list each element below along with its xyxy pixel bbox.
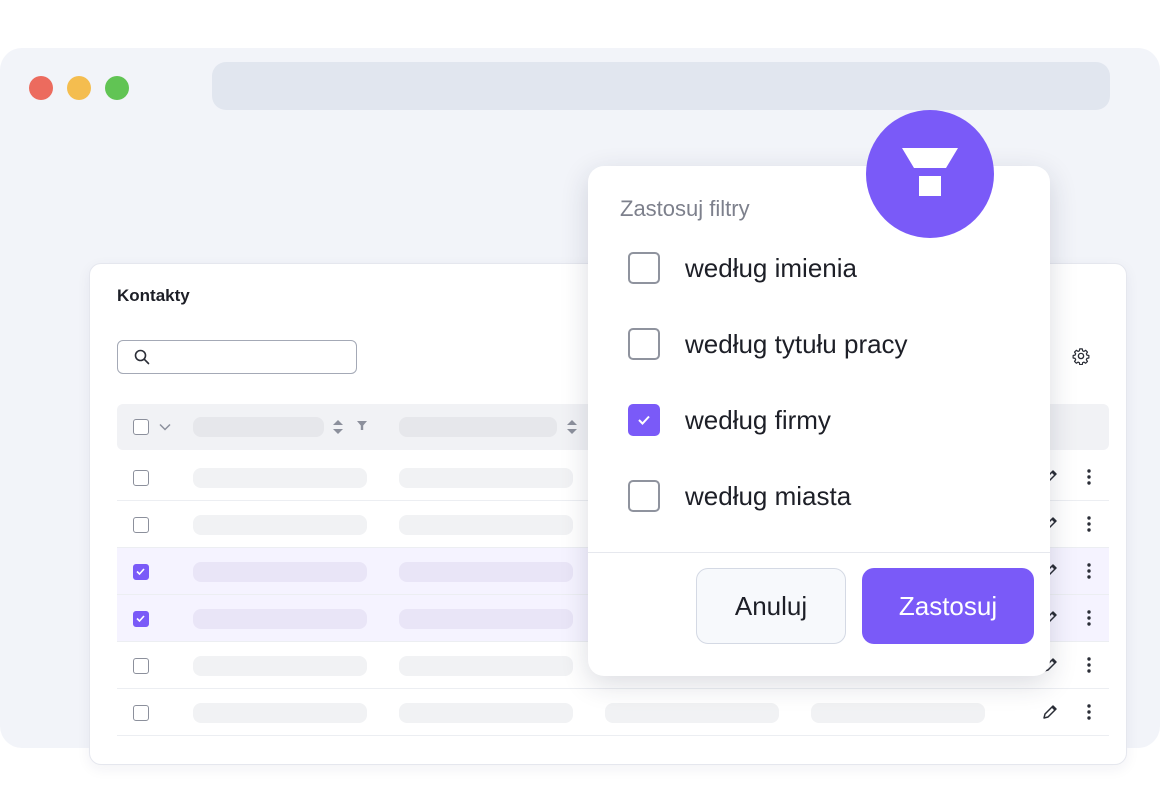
filter-option-label: według tytułu pracy xyxy=(685,329,908,359)
search-icon xyxy=(134,349,150,365)
more-options-icon[interactable] xyxy=(1087,704,1091,720)
row-checkbox[interactable] xyxy=(133,705,149,721)
address-bar[interactable] xyxy=(212,62,1110,110)
more-options-icon[interactable] xyxy=(1087,657,1091,673)
close-window-button[interactable] xyxy=(29,76,53,100)
sort-icon[interactable] xyxy=(567,420,577,434)
funnel-icon xyxy=(902,148,958,196)
filter-badge xyxy=(866,110,994,238)
filter-icon[interactable] xyxy=(357,421,367,431)
cell-placeholder xyxy=(193,703,367,723)
cell-placeholder xyxy=(399,703,573,723)
gear-icon[interactable] xyxy=(1072,347,1090,365)
more-options-icon[interactable] xyxy=(1087,469,1091,485)
select-all-checkbox[interactable] xyxy=(133,419,149,435)
pencil-icon[interactable] xyxy=(1041,703,1059,721)
cancel-button[interactable]: Anuluj xyxy=(696,568,846,644)
cell-placeholder xyxy=(605,703,779,723)
row-checkbox[interactable] xyxy=(133,658,149,674)
search-input[interactable] xyxy=(117,340,357,374)
cell-placeholder xyxy=(399,515,573,535)
row-checkbox[interactable] xyxy=(133,517,149,533)
row-checkbox[interactable] xyxy=(133,470,149,486)
filter-option-label: według firmy xyxy=(685,405,831,435)
more-options-icon[interactable] xyxy=(1087,563,1091,579)
more-options-icon[interactable] xyxy=(1087,516,1091,532)
maximize-window-button[interactable] xyxy=(105,76,129,100)
apply-button[interactable]: Zastosuj xyxy=(862,568,1034,644)
cell-placeholder xyxy=(193,468,367,488)
filter-option-label: według miasta xyxy=(685,481,852,511)
filter-option-label: według imienia xyxy=(685,253,857,283)
cell-placeholder xyxy=(193,656,367,676)
cell-placeholder xyxy=(399,609,573,629)
cell-placeholder xyxy=(811,703,985,723)
cell-placeholder xyxy=(399,562,573,582)
cell-placeholder xyxy=(399,468,573,488)
sort-icon[interactable] xyxy=(333,420,343,434)
filter-popup-title: Zastosuj filtry xyxy=(620,196,750,221)
table-row[interactable] xyxy=(117,689,1109,736)
filter-option-checkbox[interactable] xyxy=(628,328,660,360)
row-checkbox[interactable] xyxy=(133,611,149,627)
filter-option-checkbox[interactable] xyxy=(628,480,660,512)
filter-option-checkbox[interactable] xyxy=(628,404,660,436)
cell-placeholder xyxy=(193,609,367,629)
chevron-down-icon[interactable] xyxy=(159,423,171,431)
checkmark-icon xyxy=(136,568,145,576)
more-options-icon[interactable] xyxy=(1087,610,1091,626)
minimize-window-button[interactable] xyxy=(67,76,91,100)
checkmark-icon xyxy=(638,415,650,425)
cell-placeholder xyxy=(399,656,573,676)
column-header-placeholder xyxy=(193,417,324,437)
column-header-placeholder xyxy=(399,417,557,437)
filter-popup: Zastosuj filtry według imienia według ty… xyxy=(588,166,1050,676)
stage: Kontakty Zastosuj filtry według imienia … xyxy=(0,0,1160,796)
cell-placeholder xyxy=(193,562,367,582)
row-checkbox[interactable] xyxy=(133,564,149,580)
checkmark-icon xyxy=(136,615,145,623)
cell-placeholder xyxy=(193,515,367,535)
filter-option-checkbox[interactable] xyxy=(628,252,660,284)
page-title: Kontakty xyxy=(117,286,190,305)
divider xyxy=(588,552,1050,553)
